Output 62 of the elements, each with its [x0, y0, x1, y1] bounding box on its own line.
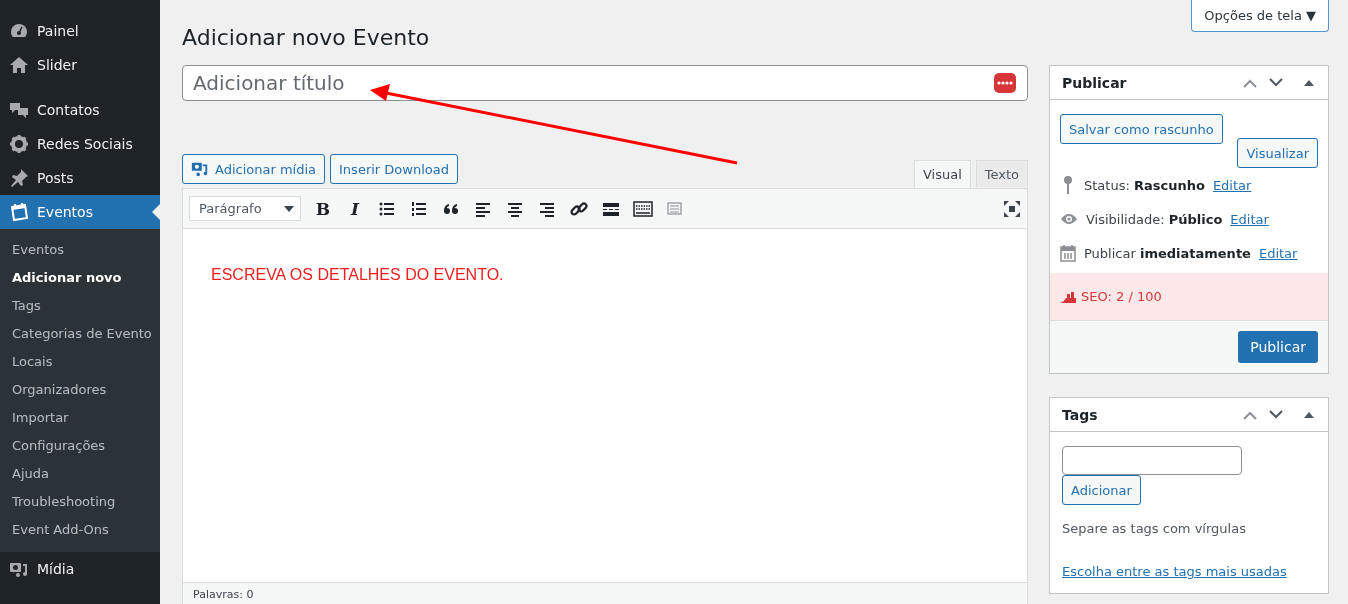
menu-item[interactable]: Eventos [0, 195, 160, 229]
menu-item[interactable]: Redes Sociais [0, 127, 160, 161]
media-icon [191, 160, 209, 178]
insert-download-button[interactable]: Inserir Download [330, 154, 458, 184]
italic-button[interactable]: I [345, 198, 365, 219]
menu-item[interactable]: Mídia [0, 552, 160, 586]
submenu-item[interactable]: Categorias de Evento [0, 320, 160, 348]
editor-tab[interactable]: Visual [913, 160, 971, 188]
move-down-icon[interactable] [1268, 409, 1284, 420]
submenu-item[interactable]: Organizadores [0, 376, 160, 404]
screen-options-button[interactable]: Opções de tela ▼ [1191, 0, 1329, 32]
most-used-tags-link[interactable]: Escolha entre as tags mais usadas [1062, 564, 1287, 579]
add-media-button[interactable]: Adicionar mídia [182, 154, 326, 184]
edit-link[interactable]: Editar [1212, 177, 1252, 193]
move-down-icon[interactable] [1268, 77, 1284, 88]
save-draft-button[interactable]: Salvar como rascunho [1060, 114, 1223, 144]
page-title: Adicionar novo Evento [182, 24, 431, 52]
calendar-icon [1060, 244, 1076, 262]
title-field[interactable]: Adicionar título [182, 65, 1028, 101]
fullscreen-icon[interactable] [1003, 199, 1021, 218]
status-text: Visibilidade: Público [1086, 211, 1223, 227]
submenu-item[interactable]: Eventos [0, 236, 160, 264]
publish-button[interactable]: Publicar [1238, 331, 1318, 363]
help-text: Separe as tags com vírgulas [1062, 521, 1246, 536]
submenu-item[interactable]: Importar [0, 404, 160, 432]
bold-button[interactable]: B [313, 198, 333, 219]
menu-item[interactable]: Contatos [0, 93, 160, 127]
submenu-item[interactable]: Event Add-Ons [0, 516, 160, 544]
submenu-item[interactable]: Adicionar novo [0, 264, 160, 292]
submenu-item[interactable]: Configurações [0, 432, 160, 460]
menu-item[interactable]: Painel [0, 14, 160, 48]
keyboard-icon[interactable] [633, 198, 653, 219]
gear-icon [9, 134, 29, 154]
speech-bubbles-icon [9, 100, 29, 120]
more-icon[interactable] [994, 73, 1016, 93]
panel-title: Tags [1062, 406, 1099, 423]
panel-title: Publicar [1062, 74, 1128, 91]
menu-item[interactable]: Slider [0, 48, 160, 82]
edit-link[interactable]: Editar [1258, 245, 1298, 261]
status-text: Status: Rascunho [1084, 177, 1205, 193]
menu-item[interactable]: Posts [0, 161, 160, 195]
status-text: Publicar imediatamente [1084, 245, 1251, 261]
add-tag-button[interactable]: Adicionar [1062, 475, 1141, 505]
submenu-item[interactable]: Tags [0, 292, 160, 320]
preview-button[interactable]: Visualizar [1237, 138, 1318, 168]
calendar-icon [9, 202, 29, 222]
chart-icon [1060, 290, 1076, 303]
pushpin-icon [9, 168, 29, 188]
submenu-item[interactable]: Troubleshooting [0, 488, 160, 516]
word-count: Palavras: 0 [193, 588, 254, 601]
tag-input-field[interactable] [1062, 446, 1242, 475]
move-up-icon[interactable] [1242, 409, 1258, 420]
submenu-item[interactable]: Locais [0, 348, 160, 376]
editor-tab[interactable]: Texto [975, 160, 1028, 187]
seo-score: SEO: 2 / 100 [1081, 289, 1162, 304]
submenu-item[interactable]: Ajuda [0, 460, 160, 488]
eye-icon [1060, 213, 1078, 225]
editor-content: ESCREVA OS DETALHES DO EVENTO. [211, 266, 504, 283]
house-icon [9, 55, 29, 75]
move-up-icon[interactable] [1242, 77, 1258, 88]
format-dropdown[interactable]: Parágrafo [189, 196, 301, 221]
edit-link[interactable]: Editar [1230, 211, 1269, 227]
